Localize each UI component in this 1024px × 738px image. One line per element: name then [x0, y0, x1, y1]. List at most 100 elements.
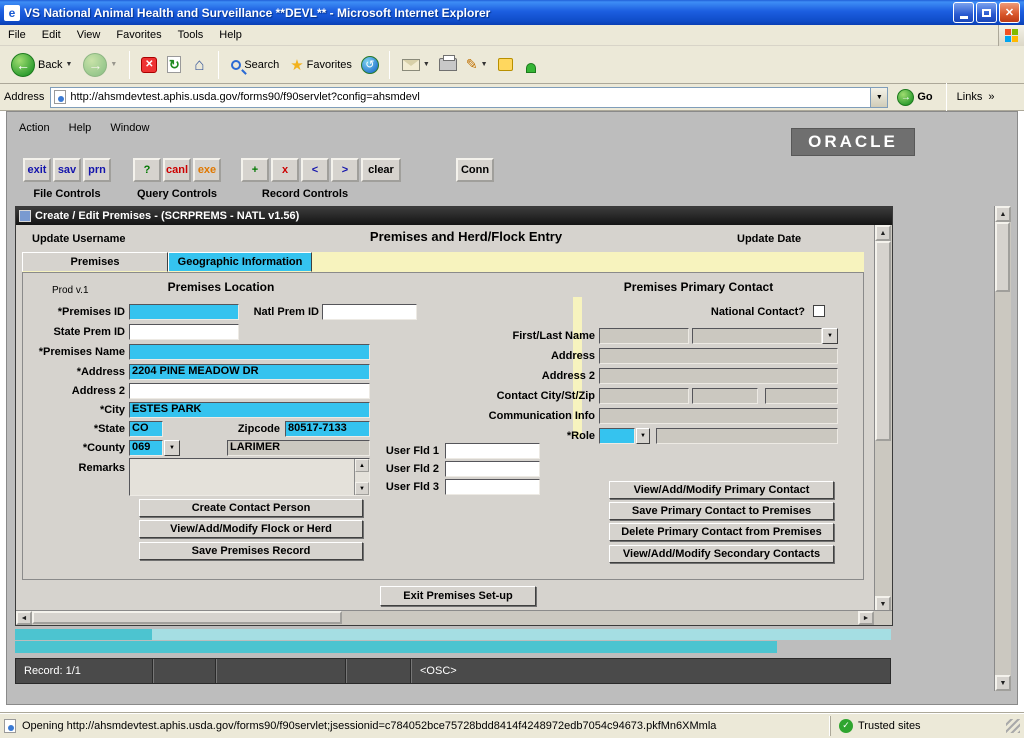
user-fld-1-label: User Fld 1 [369, 445, 439, 457]
mdi-hscroll-track[interactable] [32, 611, 858, 625]
mdi-vscroll-thumb[interactable] [875, 241, 891, 441]
print-button[interactable] [438, 55, 458, 75]
cancel-query-button[interactable]: canl [163, 158, 191, 182]
view-add-modify-secondary-contacts-button[interactable]: View/Add/Modify Secondary Contacts [609, 545, 834, 563]
mdi-titlebar[interactable]: Create / Edit Premises - (SCRPREMS - NAT… [16, 207, 892, 225]
discuss-button[interactable] [496, 55, 516, 75]
mdi-horizontal-scrollbar[interactable]: ◄ ► [16, 610, 892, 625]
go-label: Go [917, 91, 932, 103]
mdi-vertical-scrollbar[interactable]: ▲ ▼ [874, 225, 892, 612]
remarks-text[interactable] [130, 459, 354, 495]
create-contact-person-button[interactable]: Create Contact Person [139, 499, 363, 517]
scroll-down-icon[interactable]: ▼ [995, 675, 1011, 691]
add-record-button[interactable]: + [241, 158, 269, 182]
mdi-vscroll-track[interactable] [875, 241, 892, 596]
natl-prem-id-field[interactable] [322, 304, 417, 320]
remarks-scroll-up-icon[interactable]: ▲ [355, 459, 369, 472]
applet-vscroll-track[interactable] [995, 222, 1011, 675]
applet-menu-window[interactable]: Window [110, 122, 149, 134]
execute-query-button[interactable]: exe [193, 158, 221, 182]
go-button[interactable]: → Go [894, 87, 935, 108]
zipcode-field[interactable]: 80517-7133 [285, 421, 370, 437]
tab-geographic-information[interactable]: Geographic Information [168, 252, 312, 272]
remarks-scroll-down-icon[interactable]: ▼ [355, 482, 369, 495]
conn-button[interactable]: Conn [456, 158, 494, 182]
exit-premises-setup-button[interactable]: Exit Premises Set-up [380, 586, 536, 606]
edit-dropdown-icon[interactable]: ▼ [481, 61, 488, 68]
scroll-up-icon[interactable]: ▲ [995, 206, 1011, 222]
scroll-right-icon[interactable]: ► [858, 611, 874, 625]
applet-menu-action[interactable]: Action [19, 122, 50, 134]
print-form-button[interactable]: prn [83, 158, 111, 182]
back-button[interactable]: ← Back ▼ [8, 51, 75, 79]
tab-premises[interactable]: Premises [22, 252, 168, 272]
scroll-up-icon[interactable]: ▲ [875, 225, 891, 241]
last-name-field [692, 328, 822, 344]
user-fld-1-field[interactable] [445, 443, 540, 459]
premises-id-field[interactable] [129, 304, 239, 320]
save-primary-contact-to-premises-button[interactable]: Save Primary Contact to Premises [609, 502, 834, 520]
search-button[interactable]: Search [228, 57, 282, 73]
delete-primary-contact-from-premises-button[interactable]: Delete Primary Contact from Premises [609, 523, 834, 541]
remarks-field[interactable]: ▲ ▼ [129, 458, 370, 496]
next-record-button[interactable]: > [331, 158, 359, 182]
address-label: Address [4, 91, 44, 103]
premises-name-field[interactable] [129, 344, 370, 360]
view-add-modify-flock-or-herd-button[interactable]: View/Add/Modify Flock or Herd [139, 520, 363, 538]
favorites-button[interactable]: ★ Favorites [287, 54, 355, 76]
applet-vscroll-thumb[interactable] [995, 222, 1010, 292]
exit-button[interactable]: exit [23, 158, 51, 182]
address-dropdown-button[interactable]: ▼ [870, 88, 887, 107]
home-button[interactable]: ⌂ [189, 55, 209, 75]
back-dropdown-icon[interactable]: ▼ [65, 61, 72, 68]
address-field[interactable]: 2204 PINE MEADOW DR [129, 364, 370, 380]
mail-dropdown-icon[interactable]: ▼ [423, 61, 430, 68]
links-label[interactable]: Links [957, 91, 983, 103]
address-input[interactable]: http://ahsmdevtest.aphis.usda.gov/forms9… [50, 87, 888, 108]
edit-button[interactable]: ✎ ▼ [463, 54, 491, 75]
clear-record-button[interactable]: clear [361, 158, 401, 182]
user-fld-3-field[interactable] [445, 479, 540, 495]
city-field[interactable]: ESTES PARK [129, 402, 370, 418]
stop-button[interactable]: ✕ [139, 55, 159, 75]
minimize-button[interactable] [953, 2, 974, 23]
applet-vertical-scrollbar[interactable]: ▲ ▼ [994, 206, 1011, 691]
menu-help[interactable]: Help [211, 27, 250, 43]
query-button[interactable]: ? [133, 158, 161, 182]
menu-file[interactable]: File [0, 27, 34, 43]
view-add-modify-primary-contact-button[interactable]: View/Add/Modify Primary Contact [609, 481, 834, 499]
role-dropdown-button[interactable]: ▼ [636, 428, 650, 444]
national-contact-checkbox[interactable] [813, 305, 825, 317]
menu-view[interactable]: View [69, 27, 109, 43]
windows-flag-icon [1005, 29, 1018, 42]
county-field[interactable]: 069 [129, 440, 163, 456]
refresh-button[interactable]: ↻ [164, 55, 184, 75]
county-dropdown-button[interactable]: ▼ [164, 440, 180, 456]
menu-tools[interactable]: Tools [170, 27, 212, 43]
role-field[interactable] [599, 428, 635, 444]
mail-button[interactable]: ▼ [399, 57, 433, 73]
links-chevron-icon[interactable]: » [988, 91, 994, 103]
maximize-button[interactable] [976, 2, 997, 23]
save-button[interactable]: sav [53, 158, 81, 182]
address2-field[interactable] [129, 383, 370, 399]
menu-favorites[interactable]: Favorites [108, 27, 169, 43]
tab-strip: Premises Geographic Information [22, 252, 864, 272]
state-field[interactable]: CO [129, 421, 163, 437]
scroll-left-icon[interactable]: ◄ [16, 611, 32, 625]
user-fld-2-field[interactable] [445, 461, 540, 477]
applet-menu-help[interactable]: Help [69, 122, 92, 134]
resize-grip[interactable] [1006, 719, 1020, 733]
save-premises-record-button[interactable]: Save Premises Record [139, 542, 363, 560]
previous-record-button[interactable]: < [301, 158, 329, 182]
messenger-button[interactable] [521, 55, 541, 75]
menu-edit[interactable]: Edit [34, 27, 69, 43]
state-prem-id-field[interactable] [129, 324, 239, 340]
remarks-scrollbar[interactable]: ▲ ▼ [354, 459, 369, 495]
mdi-hscroll-thumb[interactable] [32, 611, 342, 624]
delete-record-button[interactable]: x [271, 158, 299, 182]
history-button[interactable]: ↺ [360, 55, 380, 75]
forward-button[interactable]: → ▼ [80, 51, 120, 79]
name-dropdown-button[interactable]: ▼ [822, 328, 838, 344]
close-button[interactable]: ✕ [999, 2, 1020, 23]
